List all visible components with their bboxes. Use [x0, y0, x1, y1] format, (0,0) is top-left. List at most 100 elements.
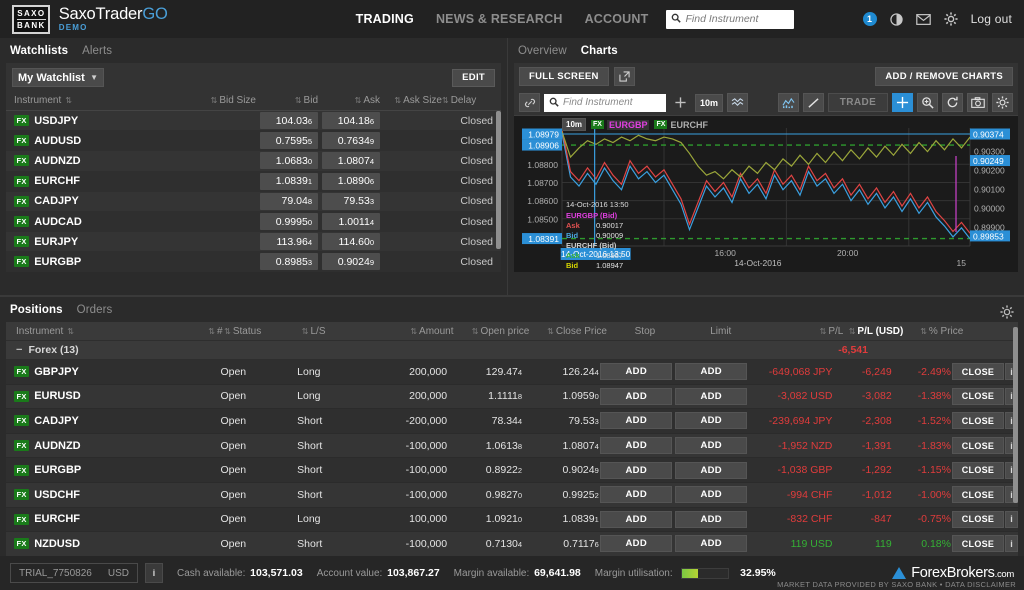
trade-button[interactable]: TRADE	[828, 93, 888, 112]
position-info-button[interactable]: i	[1005, 535, 1019, 553]
position-row[interactable]: FX AUDNZD Open Short -100,000 1.06138 1.08074 A…	[6, 433, 1019, 459]
global-search[interactable]	[666, 9, 795, 29]
watchlist-row[interactable]: FX AUDNZD 1.06830 1.08074 Closed	[6, 151, 501, 172]
add-limit-button[interactable]: ADD	[675, 387, 748, 405]
add-limit-button[interactable]: ADD	[675, 535, 748, 553]
nav-trading[interactable]: TRADING	[356, 12, 414, 26]
watchlist-scrollbar[interactable]	[496, 111, 501, 249]
col-pl[interactable]: ⇅ P/L	[759, 326, 844, 337]
col-pl-usd[interactable]: ⇅ P/L (USD)	[843, 326, 904, 337]
col-instrument[interactable]: Instrument ⇅	[6, 326, 208, 337]
line-tool-icon[interactable]	[803, 93, 824, 112]
close-position-button[interactable]: CLOSE	[951, 535, 1004, 553]
positions-group-row[interactable]: − Forex (13) -6,541	[6, 341, 1018, 360]
position-row[interactable]: FX EURCHF Open Long 100,000 1.09210 1.08391 ADD…	[6, 507, 1019, 533]
close-position-button[interactable]: CLOSE	[951, 510, 1004, 528]
account-selector[interactable]: TRIAL_7750826 USD	[10, 563, 138, 583]
watchlist-row[interactable]: FX AUDCAD 0.99950 1.00114 Closed	[6, 211, 501, 233]
watchlist-ask[interactable]: 0.90249	[318, 253, 380, 271]
col-bid-size[interactable]: ⇅ Bid Size	[191, 95, 256, 106]
legend-item[interactable]: FX EURCHF	[654, 120, 708, 130]
zoom-icon[interactable]	[917, 93, 938, 112]
add-limit-button[interactable]: ADD	[675, 363, 748, 381]
add-remove-charts-button[interactable]: ADD / REMOVE CHARTS	[875, 67, 1013, 86]
add-limit-button[interactable]: ADD	[675, 437, 748, 455]
col-delay[interactable]: ⇅ Delay	[442, 95, 501, 106]
contrast-icon[interactable]	[889, 12, 903, 26]
col-stop[interactable]: Stop	[607, 326, 683, 337]
watchlist-bid[interactable]: 79.048	[256, 192, 318, 210]
col-amount[interactable]: ⇅ Amount	[379, 326, 453, 337]
mail-icon[interactable]	[915, 13, 931, 25]
watchlist-ask[interactable]: 1.00114	[318, 213, 380, 231]
notification-badge[interactable]: 1	[862, 12, 877, 26]
tab-charts[interactable]: Charts	[581, 45, 618, 57]
add-limit-button[interactable]: ADD	[675, 412, 748, 430]
camera-icon[interactable]	[967, 93, 988, 112]
watchlist-bid[interactable]: 0.75955	[256, 132, 318, 150]
tab-orders[interactable]: Orders	[77, 304, 113, 316]
positions-settings-gear-icon[interactable]	[1000, 305, 1014, 324]
position-row[interactable]: FX USDCHF Open Short -100,000 0.98270 0.99252 A…	[6, 482, 1019, 508]
watchlist-bid[interactable]: 104.036	[256, 112, 318, 130]
popout-icon[interactable]	[613, 67, 635, 86]
col-limit[interactable]: Limit	[683, 326, 759, 337]
col-status[interactable]: ⇅ Status	[224, 326, 302, 337]
nav-account[interactable]: ACCOUNT	[585, 12, 649, 26]
watchlist-bid[interactable]: 113.964	[256, 233, 318, 251]
watchlist-ask[interactable]: 114.600	[318, 233, 380, 251]
add-stop-button[interactable]: ADD	[600, 363, 673, 381]
position-row[interactable]: FX EURGBP Open Short -100,000 0.89222 0.90249 A…	[6, 458, 1019, 483]
gear-icon[interactable]	[944, 12, 958, 26]
link-icon[interactable]	[519, 93, 540, 112]
chart-instrument-search[interactable]	[544, 93, 666, 112]
position-info-button[interactable]: i	[1005, 510, 1019, 528]
add-limit-button[interactable]: ADD	[675, 461, 748, 479]
full-screen-button[interactable]: FULL SCREEN	[519, 67, 609, 86]
watchlist-selector[interactable]: My Watchlist ▼	[12, 68, 104, 87]
close-position-button[interactable]: CLOSE	[951, 387, 1004, 405]
timeframe-selector[interactable]: 10m	[695, 93, 724, 112]
add-limit-button[interactable]: ADD	[675, 486, 748, 504]
add-stop-button[interactable]: ADD	[600, 387, 673, 405]
app-logo[interactable]: SAXO BANK SaxoTraderGO DEMO	[12, 4, 168, 34]
collapse-icon[interactable]: −	[16, 344, 22, 356]
position-row[interactable]: FX EURUSD Open Long 200,000 1.11118 1.09590 ADD…	[6, 384, 1019, 410]
close-position-button[interactable]: CLOSE	[951, 486, 1004, 504]
add-stop-button[interactable]: ADD	[600, 486, 673, 504]
add-stop-button[interactable]: ADD	[600, 461, 673, 479]
position-row[interactable]: FX CADJPY Open Short -200,000 78.344 79.533 ADD…	[6, 409, 1019, 434]
position-row[interactable]: FX GBPJPY Open Long 200,000 129.474 126.244 ADD…	[6, 360, 1019, 385]
tab-overview[interactable]: Overview	[518, 45, 567, 57]
plus-icon[interactable]	[670, 93, 691, 112]
close-position-button[interactable]: CLOSE	[951, 363, 1004, 381]
close-position-button[interactable]: CLOSE	[951, 412, 1004, 430]
watchlist-bid[interactable]: 1.06830	[256, 152, 318, 170]
search-input[interactable]	[681, 13, 790, 25]
logout-button[interactable]: Log out	[971, 12, 1012, 26]
watchlist-row[interactable]: FX AUDUSD 0.75955 0.76349 Closed	[6, 131, 501, 152]
add-limit-button[interactable]: ADD	[675, 510, 748, 528]
tab-positions[interactable]: Positions	[10, 304, 63, 316]
tab-watchlists[interactable]: Watchlists	[10, 45, 68, 57]
watchlist-row[interactable]: FX USDJPY 104.036 104.186 Closed	[6, 111, 501, 132]
watchlist-ask[interactable]: 1.08906	[318, 172, 380, 190]
settings-icon[interactable]	[992, 93, 1013, 112]
col-close-price[interactable]: ⇅ Close Price	[529, 326, 607, 337]
add-stop-button[interactable]: ADD	[600, 510, 673, 528]
position-row[interactable]: FX NZDUSD Open Short -100,000 0.71304 0.71176 A…	[6, 532, 1019, 557]
close-position-button[interactable]: CLOSE	[951, 437, 1004, 455]
legend-item[interactable]: FX EURGBP	[591, 119, 650, 130]
tab-alerts[interactable]: Alerts	[82, 45, 112, 57]
col-bid[interactable]: ⇅ Bid	[256, 95, 318, 106]
add-stop-button[interactable]: ADD	[600, 535, 673, 553]
add-stop-button[interactable]: ADD	[600, 412, 673, 430]
account-info-icon[interactable]: i	[145, 563, 163, 583]
watchlist-bid[interactable]: 0.89853	[256, 253, 318, 271]
watchlist-edit-button[interactable]: EDIT	[452, 68, 495, 87]
chart-type-icon[interactable]	[778, 93, 799, 112]
watchlist-ask[interactable]: 1.08074	[318, 152, 380, 170]
col-instrument[interactable]: Instrument ⇅	[6, 95, 191, 106]
col-ls[interactable]: ⇅ L/S	[302, 326, 380, 337]
watchlist-rows[interactable]: FX USDJPY 104.036 104.186 Closed FX AUDUSD 0.75…	[6, 111, 501, 272]
